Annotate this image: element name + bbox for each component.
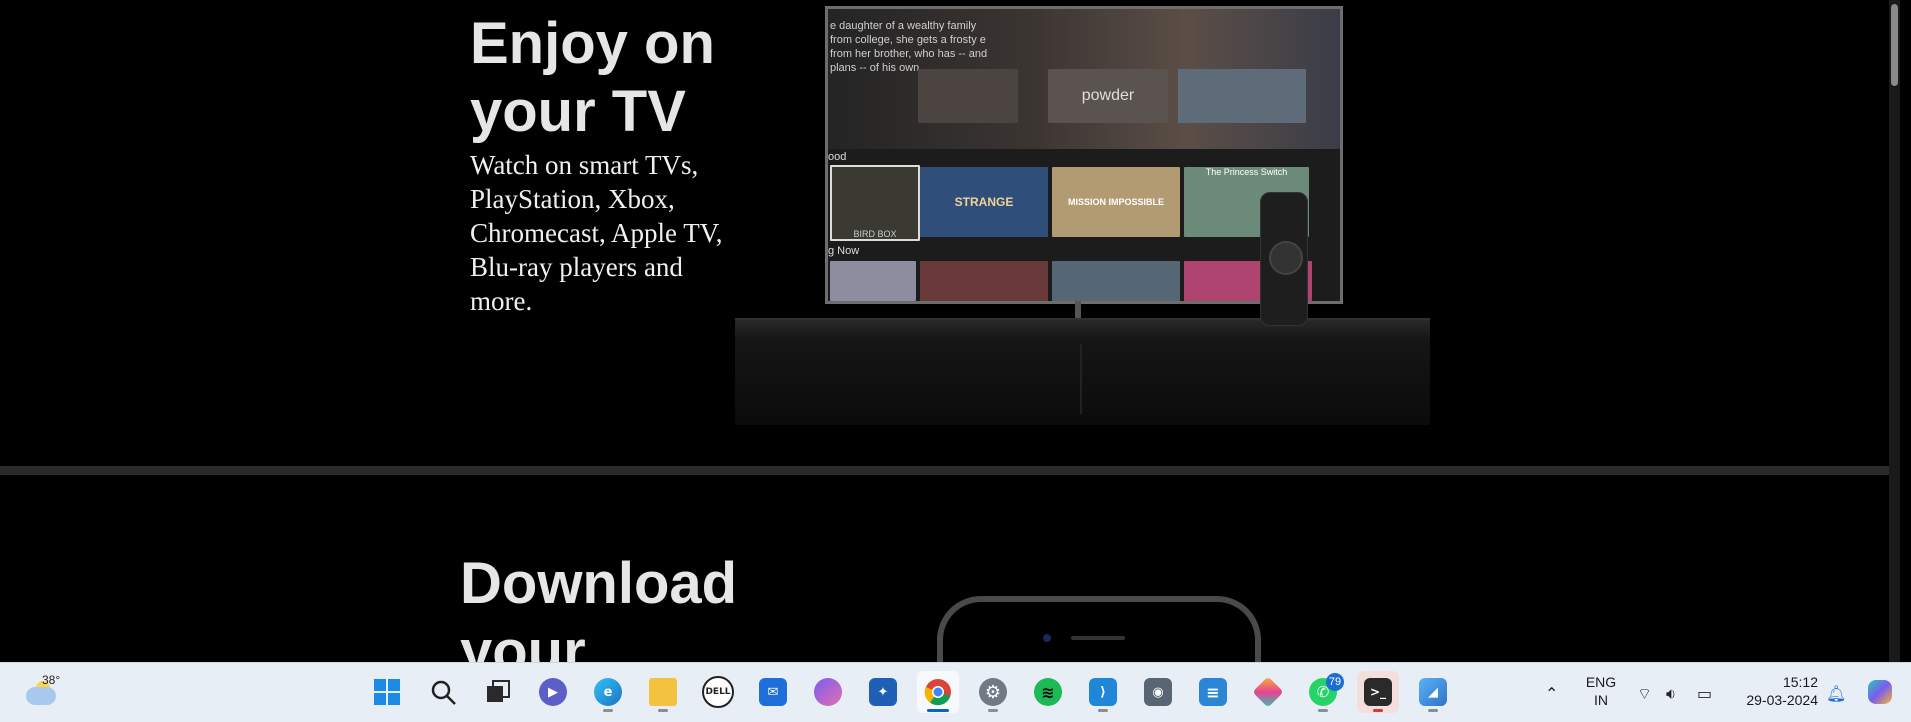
search-icon [431,680,456,705]
language-code: ENG [1585,674,1617,690]
tv-hero-text: e daughter of a wealthy family from coll… [830,20,988,74]
copilot-pre-button[interactable] [1862,671,1898,713]
spotify-app[interactable]: ≋ [1027,671,1069,713]
video-chat-icon: ▶ [539,678,567,706]
tv-neck [1075,301,1081,319]
store-icon: ✦ [869,678,897,706]
notepad-icon: ≡ [1199,678,1227,706]
tv-hero-banner: e daughter of a wealthy family from coll… [828,9,1340,149]
tv-row-label: ood [828,151,847,163]
dell-app[interactable]: DELL [697,671,739,713]
start-button[interactable] [366,671,408,713]
tv-section-description: Watch on smart TVs, PlayStation, Xbox, C… [470,150,723,316]
task-view-button[interactable] [477,671,519,713]
region-code: IN [1594,692,1608,708]
photos-icon: ◢ [1419,678,1447,706]
phone-camera [1043,634,1051,642]
web-page: Enjoy on your TV Watch on smart TVs, Pla… [0,0,1900,662]
mail-app[interactable]: ✉ [752,671,794,713]
tv-thumb-powder: powder [1048,69,1168,123]
tv-thumb [830,261,916,301]
file-explorer-app[interactable] [642,671,684,713]
edge-app[interactable]: e [587,671,629,713]
volume-icon[interactable]: 🔉︎ [1666,684,1676,704]
tv-thumb [920,261,1048,301]
windows-icon [374,679,400,705]
weather-widget[interactable]: 38° [22,673,68,713]
spotify-icon: ≋ [1034,678,1062,706]
cloud-icon [26,687,56,705]
page-scrollbar[interactable] [1889,0,1900,662]
running-indicator [603,709,613,712]
chevron-up-icon[interactable]: ⌃ [1545,684,1558,703]
camera-icon: ◉ [1144,678,1172,706]
phone-illustration [937,596,1261,662]
scrollbar-thumb[interactable] [1891,4,1898,86]
thumb-title: powder [1081,87,1135,104]
running-indicator [1428,709,1438,712]
terminal-app[interactable]: >_ [1357,671,1399,713]
taskbar: 38° ▶ e DELL ✉ ✦ ⚙ ≋ ⟩ ◉ ≡ ✆ 79 >_ ◢ ⌃ E… [0,662,1911,722]
tv-thumb [1052,261,1180,301]
tv-thumb [1178,69,1306,123]
running-indicator [658,709,668,712]
chrome-icon [924,679,951,706]
tv-section-title: Enjoy on your TV [470,11,715,144]
download-section-title: Download your [460,551,738,662]
weather-temperature: 38° [42,673,61,687]
notification-badge: 79 [1326,673,1344,691]
settings-app[interactable]: ⚙ [972,671,1014,713]
tv-row-label: g Now [828,245,860,257]
notepad-app[interactable]: ≡ [1192,671,1234,713]
section-divider [0,466,1900,475]
remote-dial [1269,241,1303,275]
language-indicator[interactable]: ENG IN [1584,673,1618,709]
git-app[interactable] [1247,671,1289,713]
mail-icon: ✉ [759,678,787,706]
clock-date: 29-03-2024 [1746,692,1818,708]
stand-divider [1080,344,1082,414]
phone-speaker [1071,636,1125,640]
thumb-title: STRANGE [954,195,1014,209]
photos-app[interactable]: ◢ [1412,671,1454,713]
whatsapp-app[interactable]: ✆ 79 [1302,671,1344,713]
gear-icon: ⚙ [979,678,1007,706]
meet-app[interactable]: ▶ [532,671,574,713]
dell-icon: DELL [702,676,734,708]
running-indicator [1373,709,1383,712]
bell-icon[interactable]: 🔔︎ [1826,684,1846,703]
thumb-title: The Princess Switch [1205,167,1288,177]
git-icon [1252,676,1284,708]
tv-thumb [918,69,1018,123]
tv-thumb-strange: STRANGE [920,167,1048,237]
clock-time: 15:12 [1782,674,1818,690]
camera-app[interactable]: ◉ [1137,671,1179,713]
running-indicator [1318,709,1328,712]
running-indicator [988,709,998,712]
tv-thumb-mission: MISSION IMPOSSIBLE [1052,167,1180,237]
tv-thumb-bird-box: BIRD BOX [830,165,920,241]
thumb-title: MISSION IMPOSSIBLE [1067,197,1164,207]
terminal-icon: >_ [1364,678,1392,706]
copilot-icon [1868,680,1892,704]
battery-icon[interactable]: ▭ [1697,684,1712,703]
edge-icon: e [594,678,622,706]
search-button[interactable] [422,671,464,713]
tv-stand [735,318,1430,425]
copilot-icon [814,678,842,706]
tv-illustration: e daughter of a wealthy family from coll… [735,0,1430,425]
copilot-app[interactable] [807,671,849,713]
chrome-app[interactable] [917,671,959,713]
thumb-title: BIRD BOX [853,229,897,239]
vscode-icon: ⟩ [1089,678,1117,706]
vscode-app[interactable]: ⟩ [1082,671,1124,713]
remote-control [1260,192,1308,326]
active-indicator [927,709,949,712]
folder-icon [649,678,677,706]
clock[interactable]: 15:12 29-03-2024 [1736,673,1818,709]
running-indicator [1098,709,1108,712]
wifi-icon[interactable]: ⌔ [1637,684,1652,704]
app-store-app[interactable]: ✦ [862,671,904,713]
task-view-icon [487,680,510,702]
